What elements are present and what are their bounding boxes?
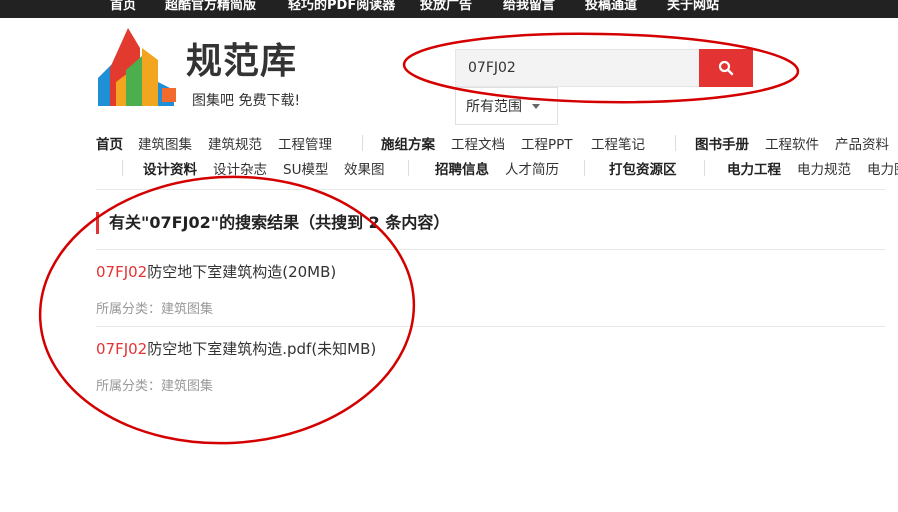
nav-divider xyxy=(408,160,409,176)
nav-item-construction-plans[interactable]: 施组方案 xyxy=(381,133,435,153)
result-item: 07FJ02防空地下室建筑构造(20MB) 所属分类：建筑图集 xyxy=(96,261,885,317)
topnav-about[interactable]: 关于网站 xyxy=(667,0,719,13)
nav-divider xyxy=(122,160,123,176)
search-scope-label: 所有范围 xyxy=(466,99,522,115)
topnav-submit[interactable]: 投稿通道 xyxy=(585,0,637,13)
search-input[interactable] xyxy=(456,50,700,86)
search-results-heading: 有关"07FJ02"的搜索结果（共搜到 2 条内容） xyxy=(96,212,449,234)
nav-item-project-software[interactable]: 工程软件 xyxy=(765,133,819,153)
result-category: 所属分类：建筑图集 xyxy=(96,302,214,317)
topnav-pdf-reader[interactable]: 轻巧的PDF阅读器 xyxy=(288,0,395,13)
result-link[interactable]: 07FJ02防空地下室建筑构造.pdf(未知MB) xyxy=(96,338,885,359)
search-button[interactable] xyxy=(699,49,753,87)
topnav-message[interactable]: 给我留言 xyxy=(503,0,555,13)
result-title: 防空地下室建筑构造(20MB) xyxy=(147,263,337,281)
nav-item-book-manuals[interactable]: 图书手册 xyxy=(695,133,749,153)
nav-divider xyxy=(675,135,676,151)
result-keyword: 07FJ02 xyxy=(96,340,148,358)
results-divider xyxy=(96,249,885,250)
nav-item-power-drawings[interactable]: 电力图 xyxy=(867,158,898,178)
search-icon xyxy=(718,60,734,76)
topnav-ads[interactable]: 投放广告 xyxy=(420,0,472,13)
nav-divider xyxy=(704,160,705,176)
site-logo[interactable]: 规范库 图集吧 免费下载! xyxy=(96,26,326,110)
nav-item-product-info[interactable]: 产品资料 xyxy=(835,133,889,153)
nav-bottom-divider xyxy=(96,189,885,190)
nav-item-design-magazines[interactable]: 设计杂志 xyxy=(213,158,267,178)
nav-item-home[interactable]: 首页 xyxy=(96,133,123,153)
search-bar xyxy=(455,49,753,87)
nav-item-project-management[interactable]: 工程管理 xyxy=(278,133,332,153)
chevron-down-icon xyxy=(532,103,540,109)
result-link[interactable]: 07FJ02防空地下室建筑构造(20MB) xyxy=(96,261,885,282)
nav-item-renderings[interactable]: 效果图 xyxy=(344,158,385,178)
result-category: 所属分类：建筑图集 xyxy=(96,379,214,394)
nav-item-project-ppt[interactable]: 工程PPT xyxy=(521,133,573,153)
nav-divider xyxy=(362,135,363,151)
top-navbar: 首页 超酷官方精简版 轻巧的PDF阅读器 投放广告 给我留言 投稿通道 关于网站 xyxy=(0,0,898,18)
nav-item-bundle-area[interactable]: 打包资源区 xyxy=(609,158,677,178)
logo-buildings-icon xyxy=(98,28,176,106)
logo-slogan: 图集吧 免费下载! xyxy=(192,93,301,109)
nav-item-su-models[interactable]: SU模型 xyxy=(283,158,328,178)
search-scope-select[interactable]: 所有范围 xyxy=(455,87,558,125)
nav-item-project-notes[interactable]: 工程笔记 xyxy=(591,133,645,153)
topnav-home[interactable]: 首页 xyxy=(110,0,136,13)
nav-item-design-materials[interactable]: 设计资料 xyxy=(143,158,197,178)
nav-item-resumes[interactable]: 人才简历 xyxy=(505,158,559,178)
result-keyword: 07FJ02 xyxy=(96,263,148,281)
result-item: 07FJ02防空地下室建筑构造.pdf(未知MB) 所属分类：建筑图集 xyxy=(96,338,885,394)
nav-divider xyxy=(584,160,585,176)
results-divider xyxy=(96,326,885,327)
nav-item-power-engineering[interactable]: 电力工程 xyxy=(727,158,781,178)
nav-item-building-atlas[interactable]: 建筑图集 xyxy=(138,133,192,153)
nav-item-project-docs[interactable]: 工程文档 xyxy=(451,133,505,153)
nav-item-building-codes[interactable]: 建筑规范 xyxy=(208,133,262,153)
result-title: 防空地下室建筑构造.pdf(未知MB) xyxy=(147,340,377,358)
topnav-lite[interactable]: 超酷官方精简版 xyxy=(165,0,256,13)
logo-name: 规范库 xyxy=(186,41,298,82)
nav-item-power-codes[interactable]: 电力规范 xyxy=(797,158,851,178)
nav-item-recruitment[interactable]: 招聘信息 xyxy=(435,158,489,178)
